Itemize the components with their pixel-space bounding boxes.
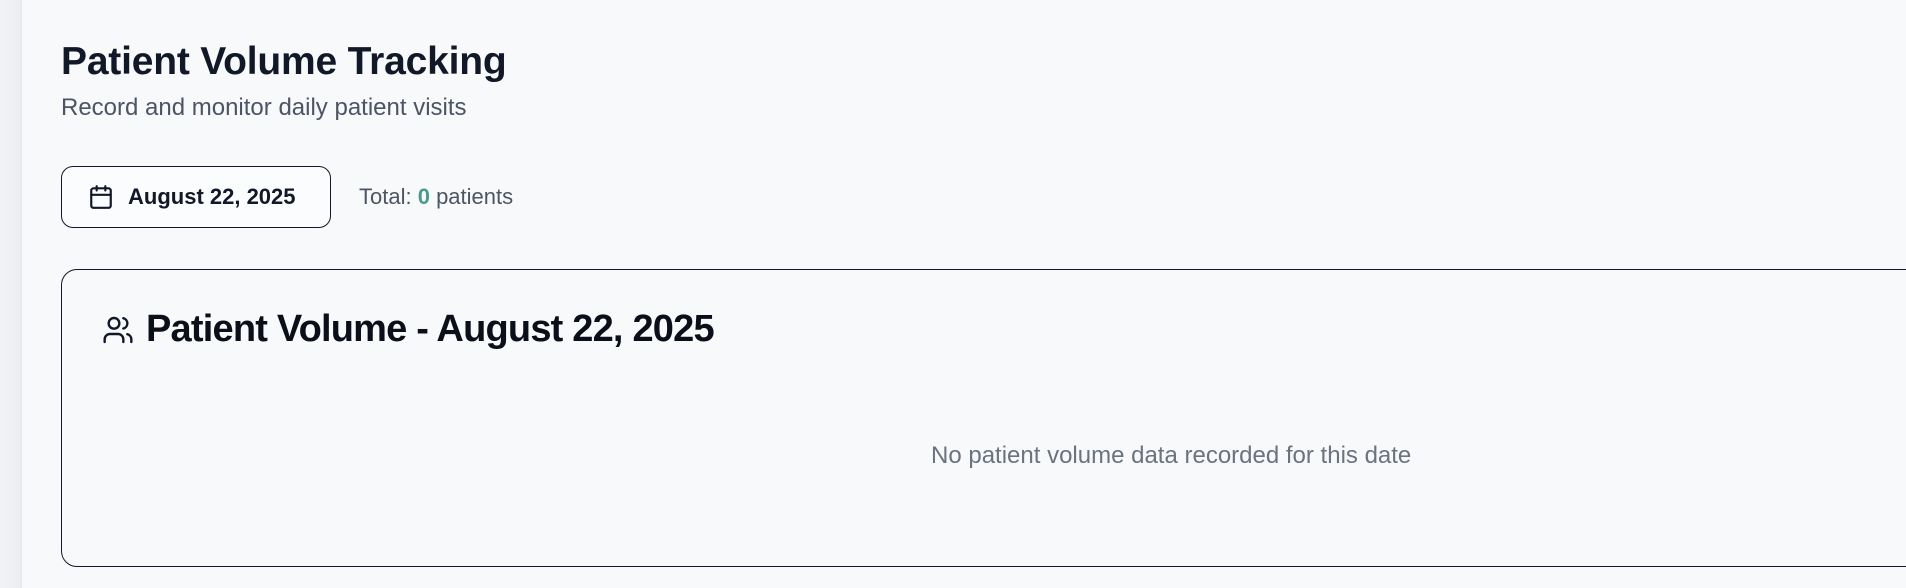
date-picker-button[interactable]: August 22, 2025 xyxy=(61,166,331,228)
date-picker-label: August 22, 2025 xyxy=(128,184,296,209)
total-suffix: patients xyxy=(429,184,514,209)
main-content: Patient Volume Tracking Record and monit… xyxy=(61,0,1906,588)
empty-state-message: No patient volume data recorded for this… xyxy=(931,442,1412,469)
sidebar-edge xyxy=(0,0,22,588)
card-header: Patient Volume - August 22, 2025 xyxy=(102,308,715,351)
patient-volume-card: Patient Volume - August 22, 2025 No pati… xyxy=(61,269,1906,567)
total-patients: Total: 0 patients xyxy=(359,184,513,210)
page-subtitle: Record and monitor daily patient visits xyxy=(61,94,467,121)
calendar-icon xyxy=(88,184,114,210)
total-prefix: Total: xyxy=(359,184,418,209)
card-title: Patient Volume - August 22, 2025 xyxy=(146,308,715,350)
users-icon xyxy=(102,314,134,346)
total-count: 0 xyxy=(417,184,430,209)
app-shell: Patient Volume Tracking Record and monit… xyxy=(0,0,1906,588)
page-title: Patient Volume Tracking xyxy=(61,40,507,83)
